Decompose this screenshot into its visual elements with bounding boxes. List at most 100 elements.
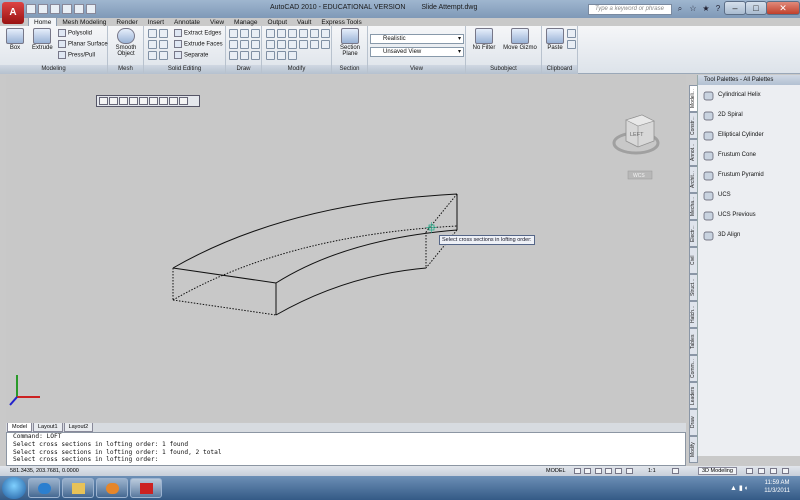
- panel-title[interactable]: View: [368, 65, 465, 74]
- move-gizmo-button[interactable]: Move Gizmo: [502, 28, 538, 51]
- toolbar-tool-icon[interactable]: [99, 97, 108, 105]
- panel-title[interactable]: Draw: [226, 65, 261, 74]
- box-button[interactable]: Box: [6, 28, 24, 51]
- draw-icons[interactable]: [229, 29, 261, 60]
- taskbar-media-button[interactable]: [96, 478, 128, 498]
- plot-icon[interactable]: [86, 4, 96, 14]
- pan-icon[interactable]: [595, 468, 602, 474]
- smooth-object-button[interactable]: Smooth Object: [112, 28, 140, 57]
- clipboard-icons[interactable]: [567, 29, 577, 49]
- slab-top-front-edge[interactable]: [275, 229, 458, 284]
- wcs-menu[interactable]: WCS: [627, 170, 653, 180]
- extrude-button[interactable]: Extrude: [32, 28, 53, 51]
- taskbar-ie-button[interactable]: [28, 478, 60, 498]
- panel-title[interactable]: Modeling: [0, 65, 107, 74]
- palette-item[interactable]: UCS: [698, 185, 800, 205]
- toolbar-tool-icon[interactable]: [119, 97, 128, 105]
- steering-wheel-icon[interactable]: [615, 468, 622, 474]
- toolbar-tool-icon[interactable]: [179, 97, 188, 105]
- panel-title[interactable]: Subobject: [466, 65, 541, 74]
- search-input[interactable]: Type a keyword or phrase: [588, 4, 672, 15]
- viewcube-face-label[interactable]: LEFT: [630, 132, 644, 138]
- palette-title[interactable]: Tool Palettes - All Palettes: [698, 75, 800, 85]
- palette-item[interactable]: Frustum Cone: [698, 145, 800, 165]
- annotation-visibility-icon[interactable]: [672, 468, 679, 474]
- separate-button[interactable]: Separate: [174, 51, 208, 59]
- start-button[interactable]: [2, 477, 26, 499]
- showmotion-icon[interactable]: [626, 468, 633, 474]
- planar-surface-button[interactable]: Planar Surface: [58, 40, 108, 48]
- clock[interactable]: 11:59 AM 11/3/2011: [764, 479, 790, 495]
- coordinate-readout[interactable]: 581.3435, 203.7681, 0.0000: [10, 466, 79, 476]
- model-space-button[interactable]: MODEL: [546, 466, 566, 476]
- slab-left-top-edge[interactable]: [172, 267, 277, 284]
- ucs-icon: [9, 375, 40, 406]
- workspace-switch[interactable]: 3D Modeling: [698, 467, 737, 475]
- floating-toolbar[interactable]: [96, 95, 200, 107]
- panel-title[interactable]: Section: [332, 65, 367, 74]
- undo-icon[interactable]: [62, 4, 72, 14]
- palette-item[interactable]: UCS Previous: [698, 205, 800, 225]
- paste-button[interactable]: Paste: [544, 28, 566, 51]
- save-icon[interactable]: [50, 4, 60, 14]
- panel-title[interactable]: Mesh: [108, 65, 143, 74]
- annotation-scale[interactable]: 1:1: [648, 466, 656, 476]
- modify-icons[interactable]: [266, 29, 330, 60]
- minimize-button[interactable]: –: [724, 1, 746, 15]
- panel-title[interactable]: Clipboard: [542, 65, 577, 74]
- toolbar-tool-icon[interactable]: [109, 97, 118, 105]
- close-button[interactable]: ✕: [766, 1, 800, 15]
- internet-explorer-icon: [38, 483, 51, 494]
- slab-bottom-front-edge[interactable]: [275, 267, 427, 316]
- layout-tab-layout1[interactable]: Layout1: [32, 423, 63, 432]
- toolbar-tool-icon[interactable]: [129, 97, 138, 105]
- favorites-icon[interactable]: ★: [701, 4, 711, 14]
- layout-tab-layout2[interactable]: Layout2: [63, 423, 94, 432]
- drawing-canvas[interactable]: LEFT WCS: [6, 75, 686, 422]
- clean-screen-icon[interactable]: [782, 468, 789, 474]
- isolate-objects-icon[interactable]: [770, 468, 777, 474]
- toolbar-tool-icon[interactable]: [159, 97, 168, 105]
- layout-tab-model[interactable]: Model: [7, 423, 32, 432]
- palette-item[interactable]: Elliptical Cylinder: [698, 125, 800, 145]
- extract-edges-label: Extract Edges: [184, 30, 222, 37]
- polysolid-button[interactable]: Polysolid: [58, 29, 92, 37]
- panel-title[interactable]: Modify: [262, 65, 331, 74]
- help-icon[interactable]: ?: [713, 4, 723, 14]
- taskbar-explorer-button[interactable]: [62, 478, 94, 498]
- drawing-viewport[interactable]: LEFT WCS: [6, 75, 686, 422]
- viewcube[interactable]: LEFT: [612, 114, 660, 155]
- new-icon[interactable]: [26, 4, 36, 14]
- palette-item[interactable]: 3D Align: [698, 225, 800, 245]
- command-line[interactable]: Command: LOFT Select cross sections in lo…: [6, 432, 686, 466]
- palette-item[interactable]: 2D Spiral: [698, 105, 800, 125]
- panel-title[interactable]: Solid Editing: [144, 65, 225, 74]
- no-filter-button[interactable]: No Filter: [470, 28, 498, 51]
- application-menu-button[interactable]: A: [2, 2, 24, 24]
- hardware-acceleration-icon[interactable]: [758, 468, 765, 474]
- search-icon[interactable]: ⌕: [675, 4, 685, 14]
- maximize-button[interactable]: □: [745, 1, 767, 15]
- quick-view-layouts-icon[interactable]: [574, 468, 581, 474]
- communication-center-icon[interactable]: ☆: [688, 4, 698, 14]
- system-tray[interactable]: ▲ ▮ ◐: [730, 484, 749, 492]
- toolbar-tool-icon[interactable]: [139, 97, 148, 105]
- toolbar-tool-icon[interactable]: [149, 97, 158, 105]
- saved-view-select[interactable]: Unsaved View: [370, 47, 464, 57]
- taskbar-autocad-button[interactable]: [130, 478, 162, 498]
- palette-item[interactable]: Frustum Pyramid: [698, 165, 800, 185]
- section-plane-button[interactable]: Section Plane: [336, 28, 364, 57]
- lock-icon[interactable]: [746, 468, 753, 474]
- open-icon[interactable]: [38, 4, 48, 14]
- slab-top-back-edge[interactable]: [172, 193, 458, 269]
- extrude-faces-button[interactable]: Extrude Faces: [174, 40, 223, 48]
- palette-item[interactable]: Cylindrical Helix: [698, 85, 800, 105]
- toolbar-tool-icon[interactable]: [169, 97, 178, 105]
- visual-style-select[interactable]: Realistic: [370, 34, 464, 44]
- quick-view-drawings-icon[interactable]: [584, 468, 591, 474]
- extract-edges-button[interactable]: Extract Edges: [174, 29, 221, 37]
- press-pull-button[interactable]: Press/Pull: [58, 51, 95, 59]
- redo-icon[interactable]: [74, 4, 84, 14]
- wcs-label[interactable]: WCS: [633, 173, 645, 179]
- zoom-icon[interactable]: [605, 468, 612, 474]
